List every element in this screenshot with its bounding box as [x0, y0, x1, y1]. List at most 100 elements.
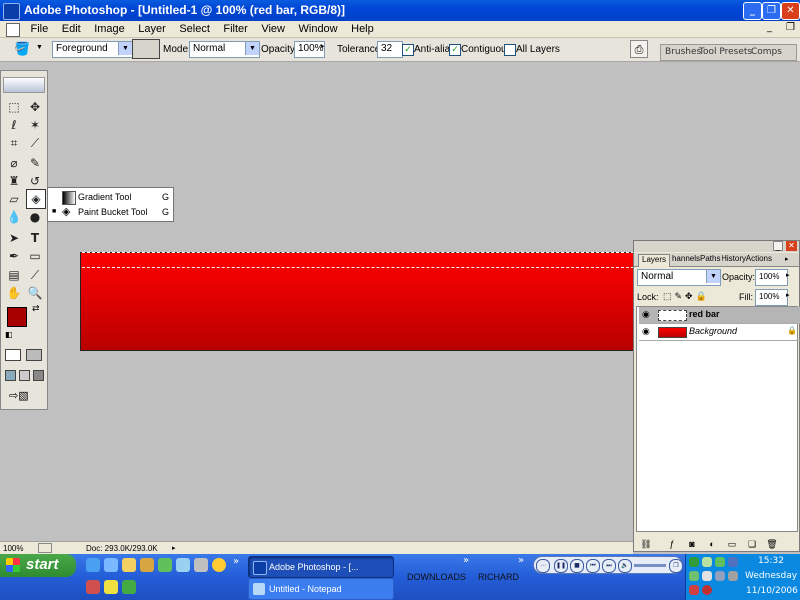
paint-bucket-tool-icon[interactable]: ◈	[26, 189, 46, 209]
minimize-button[interactable]: _	[743, 2, 762, 20]
slice-tool-icon[interactable]: ⟋	[26, 134, 44, 152]
link-layers-icon[interactable]: ⛓	[640, 539, 652, 550]
tab-history[interactable]: History	[722, 254, 746, 266]
swap-colors-icon[interactable]: ⇄	[32, 304, 40, 314]
full-screen-menu-mode-icon[interactable]	[19, 370, 30, 381]
foreground-color-swatch[interactable]	[7, 307, 27, 327]
tray-icon-1[interactable]	[689, 557, 699, 567]
palette-close-button[interactable]: ✕	[786, 241, 797, 251]
tray-icon-5[interactable]	[689, 571, 699, 581]
speaker-icon[interactable]	[728, 571, 738, 581]
crop-tool-icon[interactable]: ⌗	[5, 134, 23, 152]
blur-tool-icon[interactable]: 💧	[5, 208, 23, 226]
layer-style-icon[interactable]: ƒ	[666, 539, 678, 550]
lasso-tool-icon[interactable]: ℓ	[5, 116, 23, 134]
zoom-tool-icon[interactable]: 🔍	[26, 284, 44, 302]
stop-icon[interactable]: ■	[570, 559, 584, 573]
menu-select[interactable]: Select	[174, 21, 215, 35]
mode-select[interactable]: Normal ▼	[189, 41, 260, 58]
app3-quicklaunch-icon[interactable]	[194, 558, 208, 572]
app-quicklaunch-icon[interactable]	[158, 558, 172, 572]
paint-bucket-preset-icon[interactable]: 🪣	[14, 41, 30, 57]
adobe-online-feather-icon[interactable]	[3, 77, 45, 93]
tray-icon-4[interactable]	[728, 557, 738, 567]
tab-actions[interactable]: Actions	[746, 254, 772, 266]
security-shield-icon[interactable]	[702, 585, 712, 595]
tray-icon-2[interactable]	[702, 557, 712, 567]
volume-slider[interactable]	[634, 564, 666, 567]
type-tool-icon[interactable]: T	[26, 229, 44, 247]
media-quicklaunch-icon[interactable]	[212, 558, 226, 572]
opacity-slider-arrow-icon[interactable]: ▸	[321, 42, 325, 50]
taskbar-button-photoshop[interactable]: Adobe Photoshop - [...	[248, 556, 394, 578]
flyout-item-paint-bucket-tool[interactable]: ■ ◈ Paint Bucket Tool G	[48, 205, 173, 220]
pattern-picker[interactable]	[132, 39, 160, 59]
palette-minimize-button[interactable]: _	[773, 241, 783, 251]
menu-filter[interactable]: Filter	[218, 21, 252, 35]
restore-button[interactable]: ❐	[762, 2, 781, 20]
menu-layer[interactable]: Layer	[133, 21, 171, 35]
status-info-arrow-icon[interactable]: ▸	[172, 544, 176, 552]
dodge-tool-icon[interactable]: ●	[26, 208, 44, 226]
full-screen-mode-icon[interactable]	[33, 370, 44, 381]
new-group-icon[interactable]: ▭	[726, 539, 738, 550]
layer-opacity-input[interactable]: 100%	[755, 269, 788, 286]
delete-layer-icon[interactable]: 🗑	[766, 539, 778, 550]
app5-quicklaunch-icon[interactable]	[104, 580, 118, 594]
adjustment-layer-icon[interactable]: ◐	[706, 539, 718, 550]
title-bar[interactable]: Adobe Photoshop - [Untitled-1 @ 100% (re…	[0, 0, 800, 21]
document-icon[interactable]	[6, 23, 20, 37]
tab-channels[interactable]: Channels	[672, 254, 700, 266]
preset-dropdown-arrow-icon[interactable]: ▼	[36, 44, 43, 51]
folder-quicklaunch-icon[interactable]	[122, 558, 136, 572]
menu-file[interactable]: File	[26, 21, 54, 35]
menu-help[interactable]: Help	[346, 21, 379, 35]
all-layers-checkbox[interactable]	[504, 44, 516, 56]
outlook-quicklaunch-icon[interactable]	[104, 558, 118, 572]
lock-options-icons[interactable]: ⬚✎✥🔒	[663, 291, 710, 302]
flyout-item-gradient-tool[interactable]: Gradient Tool G	[48, 190, 173, 205]
layer-row-background[interactable]: ◉ Background 🔒	[639, 324, 800, 341]
media-menu-icon[interactable]: ⋯	[536, 559, 550, 573]
marquee-tool-icon[interactable]: ⬚	[5, 98, 23, 116]
standard-mode-icon[interactable]	[5, 349, 21, 361]
tray-icon-6[interactable]	[702, 571, 712, 581]
status-menu-icon[interactable]	[38, 543, 52, 553]
pen-tool-icon[interactable]: ✒	[5, 247, 23, 265]
history-brush-tool-icon[interactable]: ↺	[26, 172, 44, 190]
explorer-quicklaunch-icon[interactable]	[140, 558, 154, 572]
magic-wand-tool-icon[interactable]: ✶	[26, 116, 44, 134]
toolbar-chevron-icon[interactable]: »	[518, 555, 524, 566]
app6-quicklaunch-icon[interactable]	[122, 580, 136, 594]
next-icon[interactable]: ⏭	[602, 559, 616, 573]
taskbar-button-notepad[interactable]: Untitled - Notepad	[248, 578, 394, 600]
close-button[interactable]: ✕	[781, 2, 800, 20]
menu-edit[interactable]: Edit	[57, 21, 86, 35]
tool-presets-tab[interactable]: Tool Presets	[699, 47, 752, 57]
layer-mask-icon[interactable]: ◙	[686, 539, 698, 550]
palette-menu-icon[interactable]: ▸	[785, 255, 789, 263]
tolerance-input[interactable]: 32	[377, 41, 403, 58]
contiguous-checkbox[interactable]: ✓	[449, 44, 461, 56]
tray-icon-7[interactable]	[715, 571, 725, 581]
file-browser-icon[interactable]: ⎙	[630, 40, 648, 58]
tray-icon-8[interactable]	[689, 585, 699, 595]
clone-stamp-tool-icon[interactable]: ♜	[5, 172, 23, 190]
new-layer-icon[interactable]: ❏	[746, 539, 758, 550]
menu-view[interactable]: View	[256, 21, 290, 35]
quick-mask-mode-icon[interactable]	[26, 349, 42, 361]
menu-image[interactable]: Image	[89, 21, 130, 35]
healing-brush-tool-icon[interactable]: ⌀	[5, 154, 23, 172]
layer-row-red-bar[interactable]: ◉ red bar	[639, 307, 800, 324]
brush-tool-icon[interactable]: ✎	[26, 154, 44, 172]
tray-icon-3[interactable]	[715, 557, 725, 567]
menu-window[interactable]: Window	[294, 21, 343, 35]
downloads-toolbar[interactable]: DOWNLOADS	[407, 572, 466, 582]
standard-screen-mode-icon[interactable]	[5, 370, 16, 381]
pause-icon[interactable]: ❚❚	[554, 559, 568, 573]
doc-minimize-button[interactable]: _	[767, 22, 772, 33]
notes-tool-icon[interactable]: ▤	[5, 266, 23, 284]
antialias-checkbox[interactable]: ✓	[402, 44, 414, 56]
eye-icon[interactable]: ◉	[642, 310, 653, 319]
layer-opacity-slider-icon[interactable]: ▸	[786, 271, 790, 279]
